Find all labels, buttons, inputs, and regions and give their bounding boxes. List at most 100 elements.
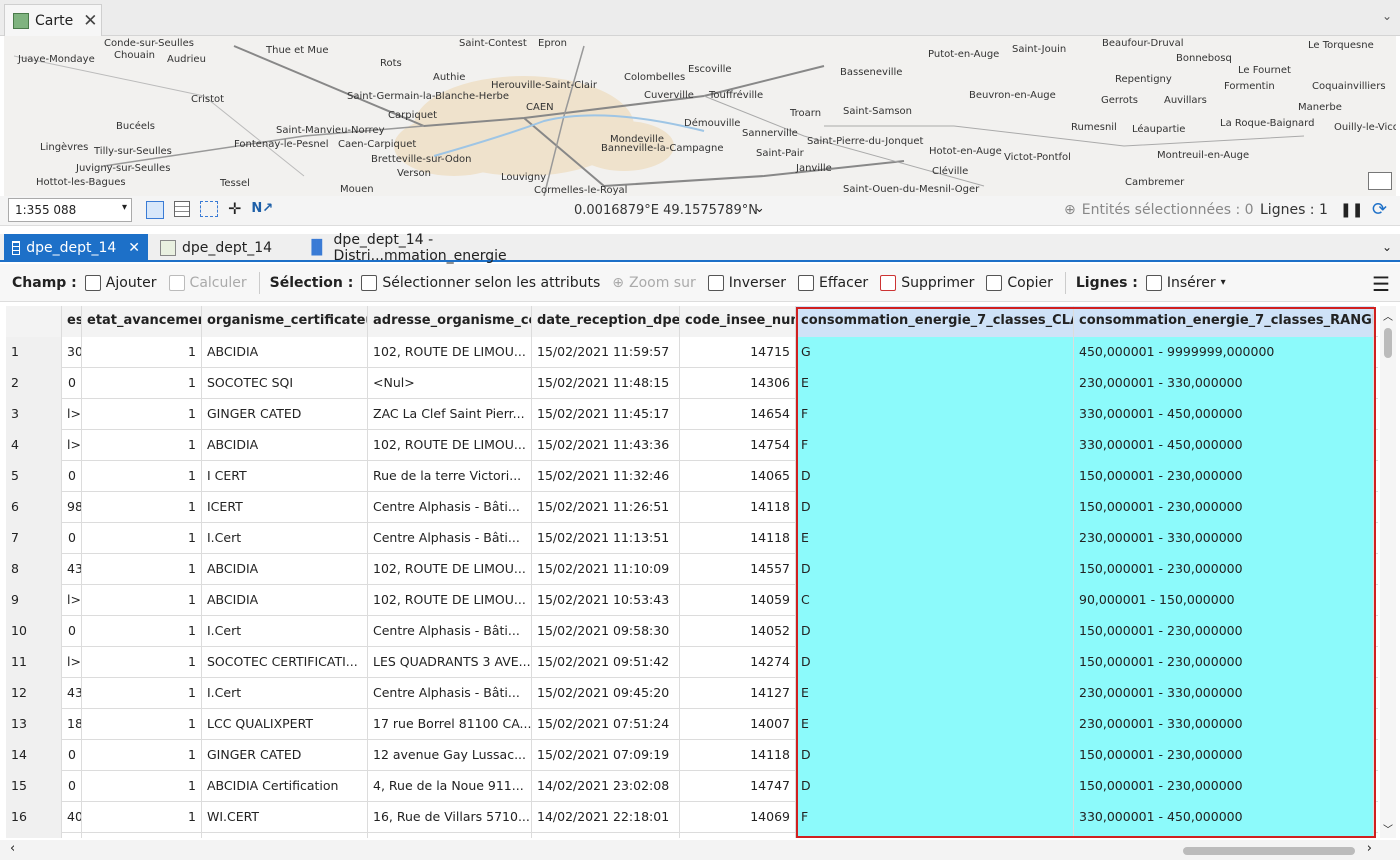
table-cell[interactable]: 1 xyxy=(82,709,202,740)
add-field-button[interactable]: Ajouter xyxy=(84,274,157,291)
table-cell[interactable]: I.Cert xyxy=(202,523,368,554)
row-number[interactable]: 15 xyxy=(6,771,62,802)
table-cell[interactable]: 1 xyxy=(82,647,202,678)
close-icon[interactable]: ✕ xyxy=(83,11,97,31)
table-cell[interactable]: 1 xyxy=(82,585,202,616)
table-cell[interactable]: 150,000001 - 230,000000 xyxy=(1074,616,1374,647)
table-cell[interactable]: 1 xyxy=(82,368,202,399)
table-cell[interactable]: 43 xyxy=(62,678,82,709)
table-cell[interactable]: 16, Rue de Villars 5710... xyxy=(368,802,532,833)
table-cell[interactable]: 14118 xyxy=(680,740,796,771)
table-cell[interactable]: I.Cert xyxy=(202,678,368,709)
row-number[interactable]: 7 xyxy=(6,523,62,554)
table-cell[interactable]: 102, ROUTE DE LIMOU... xyxy=(368,430,532,461)
table-cell[interactable]: 90,000001 - 150,000000 xyxy=(1074,585,1374,616)
table-cell[interactable]: 14069 xyxy=(680,802,796,833)
table-cell[interactable]: 330,000001 - 450,000000 xyxy=(1074,802,1374,833)
table-cell[interactable]: 14059 xyxy=(680,585,796,616)
select-by-attributes-button[interactable]: Sélectionner selon les attributs xyxy=(361,274,600,291)
table-cell[interactable]: 230,000001 - 330,000000 xyxy=(1074,368,1374,399)
column-header[interactable]: code_insee_num xyxy=(680,306,796,337)
map-tab[interactable]: Carte ✕ xyxy=(4,4,102,36)
chevron-up-icon[interactable]: ︿ xyxy=(1383,308,1393,323)
scrollbar-thumb[interactable] xyxy=(1384,328,1392,358)
table-cell[interactable]: ABCIDIA xyxy=(202,554,368,585)
menu-icon[interactable]: ☰ xyxy=(1372,272,1390,296)
map-overview-icon[interactable] xyxy=(1368,172,1392,190)
table-row[interactable]: 9 l> 1 ABCIDIA 102, ROUTE DE LIMOU... 15/02/2… xyxy=(6,585,1378,616)
table-cell[interactable]: ABCIDIA xyxy=(202,430,368,461)
table-cell[interactable]: F xyxy=(796,802,1074,833)
table-cell[interactable]: SOCOTEC CERTIFICATI... xyxy=(202,647,368,678)
row-number[interactable]: 9 xyxy=(6,585,62,616)
table-cell[interactable]: 17 rue Borrel 81100 CA... xyxy=(368,709,532,740)
chevron-left-icon[interactable]: ‹ xyxy=(10,841,15,856)
row-number[interactable]: 14 xyxy=(6,740,62,771)
table-cell[interactable]: 15/02/2021 11:13:51 xyxy=(532,523,680,554)
row-number[interactable]: 6 xyxy=(6,492,62,523)
table-cell[interactable]: Centre Alphasis - Bâti... xyxy=(368,523,532,554)
table-cell[interactable]: ICERT xyxy=(202,492,368,523)
table-cell[interactable]: 1 xyxy=(82,554,202,585)
snapping-icon[interactable] xyxy=(146,201,164,219)
table-cell[interactable]: 15/02/2021 11:10:09 xyxy=(532,554,680,585)
grid-icon[interactable] xyxy=(174,201,190,217)
table-cell[interactable]: 1 xyxy=(82,461,202,492)
table-cell[interactable]: l> xyxy=(62,585,82,616)
table-cell[interactable]: E xyxy=(796,523,1074,554)
delete-button[interactable]: Supprimer xyxy=(880,274,974,291)
table-cell[interactable]: Centre Alphasis - Bâti... xyxy=(368,678,532,709)
row-number[interactable]: 8 xyxy=(6,554,62,585)
table-cell[interactable]: E xyxy=(796,368,1074,399)
table-row[interactable]: 10 0 1 I.Cert Centre Alphasis - Bâti... 15/02… xyxy=(6,616,1378,647)
table-cell[interactable]: SOCOTEC SQI xyxy=(202,368,368,399)
table-cell[interactable]: 1 xyxy=(82,399,202,430)
table-cell[interactable]: 14118 xyxy=(680,523,796,554)
column-header[interactable] xyxy=(6,306,62,337)
table-row[interactable]: 12 43 1 I.Cert Centre Alphasis - Bâti... 15/0… xyxy=(6,678,1378,709)
table-cell[interactable]: 150,000001 - 230,000000 xyxy=(1074,554,1374,585)
table-cell[interactable]: 15/02/2021 11:43:36 xyxy=(532,430,680,461)
north-arrow-icon[interactable]: N↗ xyxy=(251,201,273,219)
row-number[interactable]: 2 xyxy=(6,368,62,399)
table-cell[interactable]: WI.CERT xyxy=(202,802,368,833)
table-cell[interactable]: 43 xyxy=(62,554,82,585)
table-cell[interactable]: 15/02/2021 09:45:20 xyxy=(532,678,680,709)
map-view[interactable]: Conde-sur-Seulles Juaye-Mondaye Chouain Aud… xyxy=(4,36,1396,196)
column-header[interactable]: es xyxy=(62,306,82,337)
chevron-down-icon[interactable]: ⌄ xyxy=(754,201,765,216)
table-cell[interactable]: 102, ROUTE DE LIMOU... xyxy=(368,337,532,368)
close-icon[interactable]: ✕ xyxy=(128,240,140,256)
table-cell[interactable]: 15/02/2021 11:26:51 xyxy=(532,492,680,523)
table-cell[interactable]: 14/02/2021 22:18:01 xyxy=(532,802,680,833)
table-cell[interactable]: 0 xyxy=(62,616,82,647)
table-row[interactable]: 4 l> 1 ABCIDIA 102, ROUTE DE LIMOU... 15/02/2… xyxy=(6,430,1378,461)
table-cell[interactable]: 12 avenue Gay Lussac... xyxy=(368,740,532,771)
row-number[interactable]: 3 xyxy=(6,399,62,430)
row-number[interactable]: 1 xyxy=(6,337,62,368)
table-row[interactable]: 13 18 1 LCC QUALIXPERT 17 rue Borrel 81100 C… xyxy=(6,709,1378,740)
tab-chart[interactable]: ▐▌ dpe_dept_14 - Distri...mmation_energi… xyxy=(298,232,598,264)
table-cell[interactable]: C xyxy=(796,585,1074,616)
table-cell[interactable]: l> xyxy=(62,647,82,678)
table-cell[interactable]: 150,000001 - 230,000000 xyxy=(1074,461,1374,492)
table-cell[interactable]: 16, Rue de Villars 5710... xyxy=(368,833,532,838)
chevron-down-icon[interactable]: ⌄ xyxy=(1382,240,1392,254)
table-cell[interactable]: 14557 xyxy=(680,554,796,585)
switch-selection-button[interactable]: Inverser xyxy=(707,274,786,291)
table-cell[interactable]: 15/02/2021 11:45:17 xyxy=(532,399,680,430)
table-cell[interactable]: 230,000001 - 330,000000 xyxy=(1074,709,1374,740)
table-cell[interactable]: F xyxy=(796,430,1074,461)
table-row[interactable]: 14 0 1 GINGER CATED 12 avenue Gay Lussac... 1… xyxy=(6,740,1378,771)
table-cell[interactable]: 1 xyxy=(82,833,202,838)
row-number[interactable]: 4 xyxy=(6,430,62,461)
table-cell[interactable]: GINGER CATED xyxy=(202,740,368,771)
table-cell[interactable]: 48 xyxy=(62,833,82,838)
table-cell[interactable]: 14052 xyxy=(680,616,796,647)
table-cell[interactable]: 14065 xyxy=(680,461,796,492)
table-cell[interactable]: 102, ROUTE DE LIMOU... xyxy=(368,585,532,616)
column-header[interactable]: adresse_organisme_ce... xyxy=(368,306,532,337)
table-cell[interactable]: 330,000001 - 450,000000 xyxy=(1074,399,1374,430)
table-cell[interactable]: 102, ROUTE DE LIMOU... xyxy=(368,554,532,585)
row-number[interactable]: 13 xyxy=(6,709,62,740)
